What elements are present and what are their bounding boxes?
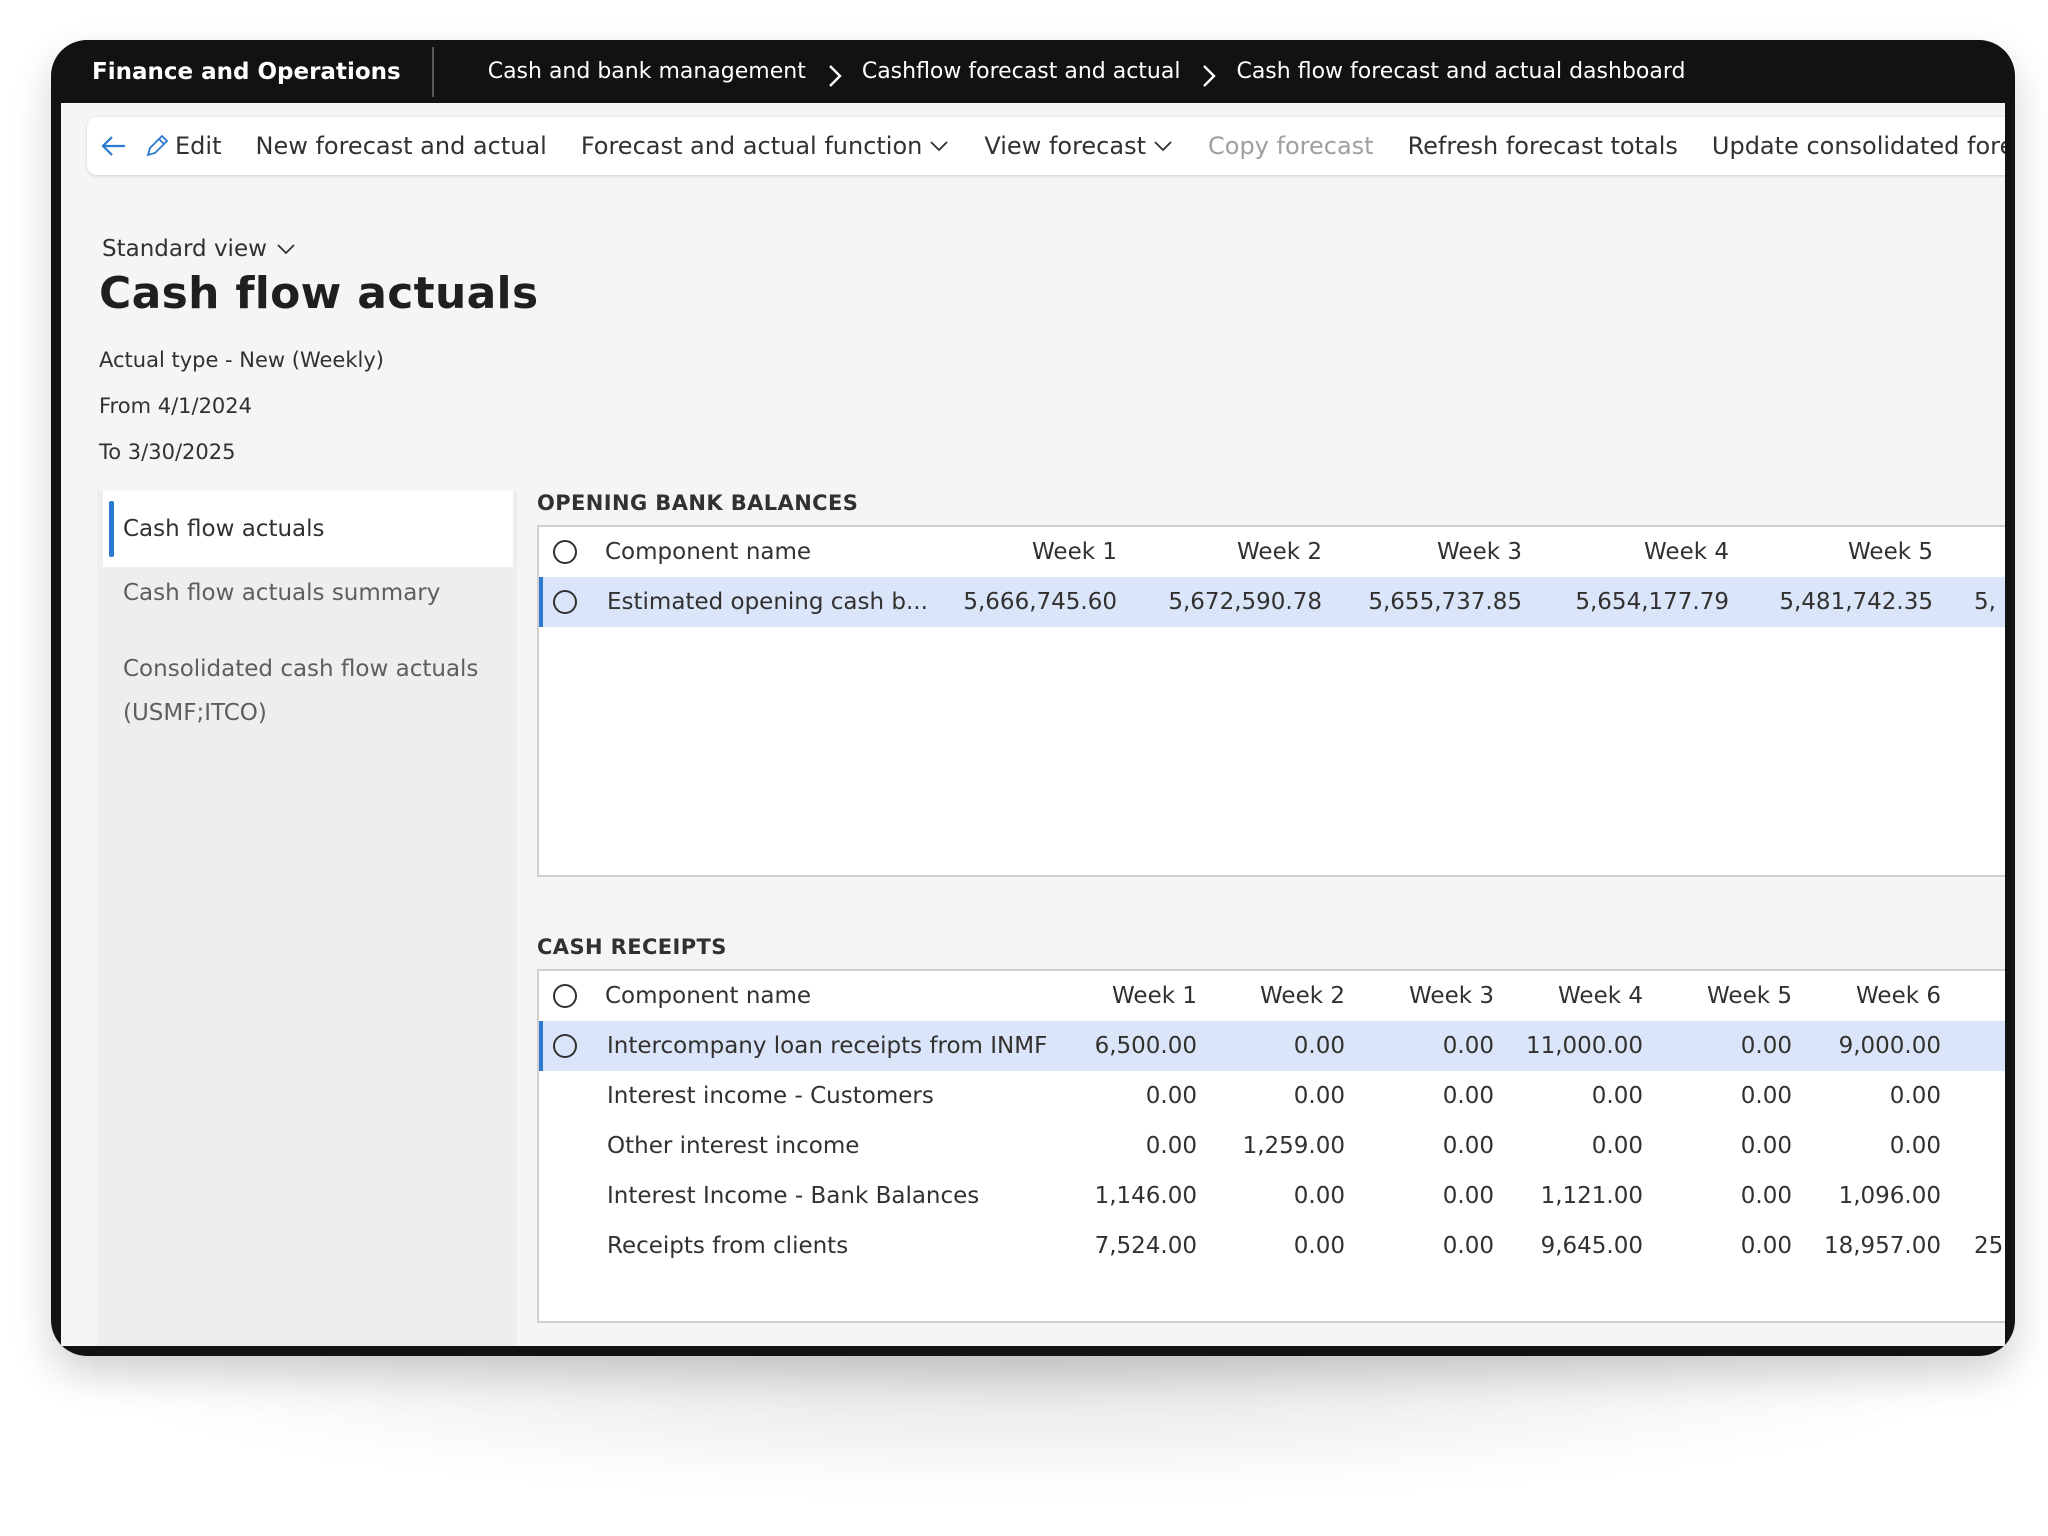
chevron-down-icon [930, 141, 948, 152]
view-forecast-label: View forecast [984, 132, 1146, 160]
column-header[interactable]: Component name [605, 527, 945, 577]
table-row[interactable]: Other interest income 0.00 1,259.00 0.00 0.0… [539, 1121, 2005, 1171]
table-row[interactable]: Estimated opening cash b... 5,666,745.60 5… [539, 577, 2005, 627]
select-all-radio[interactable] [553, 984, 577, 1008]
column-header[interactable]: Week 4 [1529, 527, 1729, 577]
component-name-cell[interactable]: Receipts from clients [607, 1221, 1047, 1271]
back-arrow-icon[interactable] [99, 127, 129, 165]
section-nav: Cash flow actuals Cash flow actuals summ… [97, 491, 517, 1346]
truncated-value-cell[interactable]: 5, [1974, 577, 2005, 627]
cash-receipts-grid: Component name Week 1 Week 2 Week 3 Week 4 We… [537, 969, 2005, 1323]
view-name: Standard view [102, 236, 267, 262]
copy-forecast-button[interactable]: Copy forecast [1208, 132, 1374, 160]
action-toolbar: Edit New forecast and actual Forecast an… [87, 117, 2005, 175]
title-divider [431, 46, 434, 97]
value-cell[interactable]: 9,000.00 [1741, 1021, 1941, 1071]
component-name-cell[interactable]: Other interest income [607, 1121, 1047, 1171]
value-cell[interactable]: 5,481,742.35 [1733, 577, 1933, 627]
value-cell[interactable]: 18,957.00 [1741, 1221, 1941, 1271]
opening-balances-grid: Component name Week 1 Week 2 Week 3 Week 4 We… [537, 525, 2005, 877]
update-consolidated-button[interactable]: Update consolidated forecast [1712, 132, 2005, 160]
component-name-cell[interactable]: Intercompany loan receipts from INMF [607, 1021, 1047, 1071]
app-window: Finance and Operations Cash and bank man… [51, 40, 2015, 1356]
value-cell[interactable]: 5,672,590.78 [1122, 577, 1322, 627]
chevron-down-icon [1154, 141, 1172, 152]
content-area: Edit New forecast and actual Forecast an… [61, 103, 2005, 1346]
value-cell[interactable]: 1,096.00 [1741, 1171, 1941, 1221]
column-header[interactable]: Week 5 [1733, 527, 1933, 577]
column-header[interactable]: Component name [605, 971, 1045, 1021]
value-cell[interactable]: 0.00 [1741, 1121, 1941, 1171]
component-name-cell[interactable]: Estimated opening cash b... [607, 577, 947, 627]
breadcrumb-dashboard[interactable]: Cash flow forecast and actual dashboard [1236, 59, 1685, 84]
row-select-radio[interactable] [553, 590, 577, 614]
receipts-header-row: Component name Week 1 Week 2 Week 3 Week 4 We… [539, 971, 2005, 1021]
app-name[interactable]: Finance and Operations [92, 59, 401, 85]
component-name-cell[interactable]: Interest Income - Bank Balances [607, 1171, 1047, 1221]
cash-receipts-heading: CASH RECEIPTS [537, 935, 727, 959]
view-selector[interactable]: Standard view [102, 236, 297, 262]
table-row[interactable]: Intercompany loan receipts from INMF 6,50… [539, 1021, 2005, 1071]
column-header[interactable]: Week 6 [1741, 971, 1941, 1021]
column-header[interactable]: Week 2 [1122, 527, 1322, 577]
row-select-radio[interactable] [553, 1034, 577, 1058]
nav-item-consolidated-entities[interactable]: (USMF;ITCO) [103, 691, 513, 735]
edit-label: Edit [175, 132, 222, 160]
value-cell[interactable]: 0.00 [1741, 1071, 1941, 1121]
value-cell[interactable]: 5,654,177.79 [1529, 577, 1729, 627]
component-name-cell[interactable]: Interest income - Customers [607, 1071, 1047, 1121]
chevron-right-icon [1200, 63, 1218, 87]
column-header[interactable]: Week 1 [917, 527, 1117, 577]
column-header[interactable]: Week 3 [1322, 527, 1522, 577]
table-row[interactable]: Interest income - Customers 0.00 0.00 0.00 0… [539, 1071, 2005, 1121]
view-forecast-menu[interactable]: View forecast [984, 132, 1174, 160]
nav-item-consolidated[interactable]: Consolidated cash flow actuals [103, 647, 513, 691]
forecast-function-label: Forecast and actual function [580, 132, 923, 160]
value-cell[interactable]: 5,666,745.60 [917, 577, 1117, 627]
to-date-label: To 3/30/2025 [99, 440, 236, 464]
opening-balances-heading: OPENING BANK BALANCES [537, 491, 859, 515]
value-cell[interactable]: 5,655,737.85 [1322, 577, 1522, 627]
from-date-label: From 4/1/2024 [99, 394, 253, 418]
new-forecast-button[interactable]: New forecast and actual [255, 132, 546, 160]
select-all-radio[interactable] [553, 540, 577, 564]
pencil-icon [146, 134, 169, 157]
chevron-down-icon [277, 244, 295, 255]
forecast-function-menu[interactable]: Forecast and actual function [581, 132, 951, 160]
nav-item-summary[interactable]: Cash flow actuals summary [103, 571, 513, 615]
table-row[interactable]: Receipts from clients 7,524.00 0.00 0.00 9,6… [539, 1221, 2005, 1271]
title-bar: Finance and Operations Cash and bank man… [51, 40, 2015, 103]
truncated-value-cell[interactable]: 25 [1974, 1221, 2005, 1271]
breadcrumb-cashflow[interactable]: Cashflow forecast and actual [862, 59, 1181, 84]
edit-button[interactable]: Edit [143, 132, 221, 160]
nav-item-cash-flow-actuals[interactable]: Cash flow actuals [103, 491, 513, 567]
chevron-right-icon [826, 63, 844, 87]
actual-type-label: Actual type - New (Weekly) [99, 348, 384, 372]
table-row[interactable]: Interest Income - Bank Balances 1,146.00 0… [539, 1171, 2005, 1221]
page-title: Cash flow actuals [99, 268, 539, 319]
opening-header-row: Component name Week 1 Week 2 Week 3 Week 4 We… [539, 527, 2005, 577]
refresh-totals-button[interactable]: Refresh forecast totals [1408, 132, 1678, 160]
breadcrumb-cash-bank[interactable]: Cash and bank management [488, 59, 806, 84]
